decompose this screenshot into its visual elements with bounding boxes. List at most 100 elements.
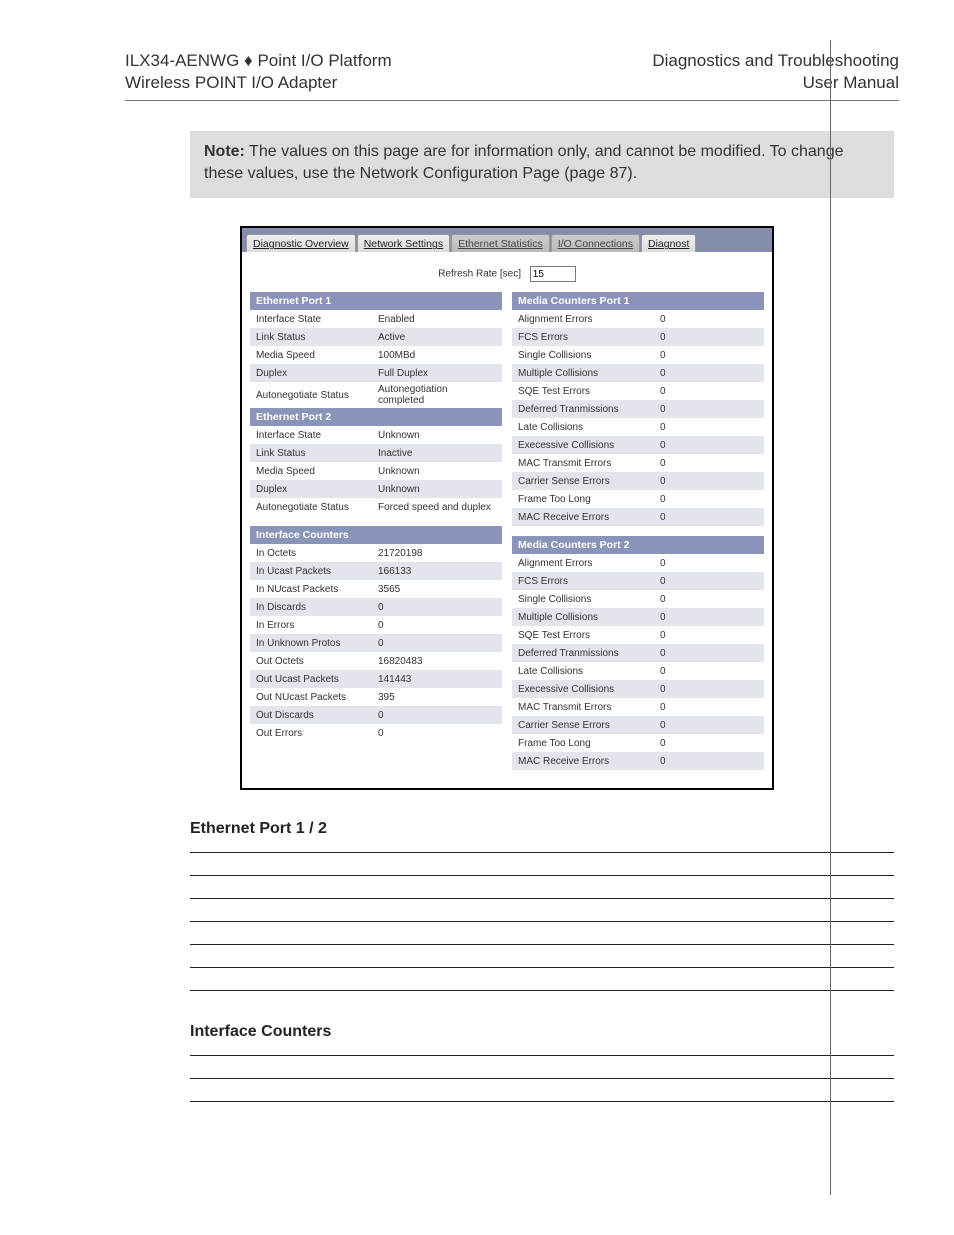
ethernet-statistics-screenshot: Diagnostic Overview Network Settings Eth…: [240, 226, 774, 790]
row-val: 3565: [378, 584, 496, 595]
group-interface-counters: Interface Counters: [250, 526, 502, 544]
row-key: Alignment Errors: [518, 314, 660, 325]
row-key: In Octets: [256, 548, 378, 559]
row-key: Frame Too Long: [518, 494, 660, 505]
row-val: 0: [660, 594, 710, 605]
row-key: In Errors: [256, 620, 378, 631]
group-ethernet-port-1: Ethernet Port 1: [250, 292, 502, 310]
header-left-1: ILX34-AENWG ♦ Point I/O Platform: [125, 50, 392, 72]
row-val: 0: [660, 612, 710, 623]
row-val: Full Duplex: [378, 368, 496, 379]
row-val: Autonegotiation completed: [378, 384, 496, 406]
row-val: 0: [660, 314, 710, 325]
row-key: In NUcast Packets: [256, 584, 378, 595]
row-key: Late Collisions: [518, 666, 660, 677]
row-val: Unknown: [378, 430, 496, 441]
row-val: 0: [660, 648, 710, 659]
row-key: Media Speed: [256, 350, 378, 361]
row-val: 0: [660, 440, 710, 451]
row-key: Interface State: [256, 430, 378, 441]
row-key: Single Collisions: [518, 594, 660, 605]
header-product: ILX34-AENWG: [125, 51, 244, 70]
note-label: Note:: [204, 143, 245, 160]
row-val: 141443: [378, 674, 496, 685]
header-platform: Point I/O Platform: [253, 51, 392, 70]
refresh-row: Refresh Rate [sec]: [242, 252, 772, 292]
row-key: MAC Receive Errors: [518, 756, 660, 767]
page-header: ILX34-AENWG ♦ Point I/O Platform Wireles…: [125, 50, 899, 101]
tab-diagnostic-overview[interactable]: Diagnostic Overview: [246, 234, 356, 252]
row-val: 0: [378, 710, 496, 721]
row-key: FCS Errors: [518, 576, 660, 587]
row-val: 166133: [378, 566, 496, 577]
blank-table-interface-counters: [190, 1055, 894, 1102]
note-box: Note: The values on this page are for in…: [190, 131, 894, 198]
row-key: Execessive Collisions: [518, 440, 660, 451]
header-left-2: Wireless POINT I/O Adapter: [125, 72, 392, 94]
row-key: MAC Transmit Errors: [518, 458, 660, 469]
refresh-label: Refresh Rate [sec]: [438, 269, 521, 280]
row-key: Link Status: [256, 332, 378, 343]
row-key: Autonegotiate Status: [256, 390, 378, 401]
row-key: SQE Test Errors: [518, 386, 660, 397]
blank-table-ethernet-port: [190, 852, 894, 991]
row-key: Multiple Collisions: [518, 368, 660, 379]
row-val: 0: [660, 684, 710, 695]
row-key: Carrier Sense Errors: [518, 720, 660, 731]
group-media-counters-1: Media Counters Port 1: [512, 292, 764, 310]
row-key: Carrier Sense Errors: [518, 476, 660, 487]
row-key: Out Octets: [256, 656, 378, 667]
row-val: 0: [660, 738, 710, 749]
tab-io-connections[interactable]: I/O Connections: [551, 234, 640, 252]
row-key: Deferred Tranmissions: [518, 648, 660, 659]
row-val: 16820483: [378, 656, 496, 667]
header-right-1: Diagnostics and Troubleshooting: [652, 50, 899, 72]
section-heading-interface-counters: Interface Counters: [190, 1023, 894, 1041]
right-column: Media Counters Port 1 Alignment Errors0 …: [512, 292, 764, 770]
row-key: In Ucast Packets: [256, 566, 378, 577]
row-key: Media Speed: [256, 466, 378, 477]
row-val: 0: [660, 404, 710, 415]
row-val: 0: [378, 638, 496, 649]
row-val: Forced speed and duplex: [378, 502, 496, 513]
tab-diagnostics-partial[interactable]: Diagnost: [641, 234, 696, 252]
row-val: 100MBd: [378, 350, 496, 361]
row-val: 0: [660, 368, 710, 379]
row-key: FCS Errors: [518, 332, 660, 343]
row-key: MAC Transmit Errors: [518, 702, 660, 713]
tab-ethernet-statistics[interactable]: Ethernet Statistics: [451, 234, 550, 252]
row-key: Execessive Collisions: [518, 684, 660, 695]
row-val: 0: [378, 620, 496, 631]
row-key: In Unknown Protos: [256, 638, 378, 649]
row-val: 0: [378, 602, 496, 613]
row-val: 0: [660, 350, 710, 361]
row-key: Out NUcast Packets: [256, 692, 378, 703]
row-val: Unknown: [378, 484, 496, 495]
row-val: Unknown: [378, 466, 496, 477]
row-key: Out Ucast Packets: [256, 674, 378, 685]
group-ethernet-port-2: Ethernet Port 2: [250, 408, 502, 426]
tab-network-settings[interactable]: Network Settings: [357, 234, 450, 252]
header-right-2: User Manual: [652, 72, 899, 94]
diamond-icon: ♦: [244, 51, 253, 70]
row-val: 0: [660, 332, 710, 343]
row-val: 0: [660, 512, 710, 523]
row-val: 0: [660, 386, 710, 397]
row-val: 0: [660, 630, 710, 641]
row-val: Enabled: [378, 314, 496, 325]
left-column: Ethernet Port 1 Interface State Enabled L…: [250, 292, 502, 770]
row-val: 0: [660, 494, 710, 505]
row-key: MAC Receive Errors: [518, 512, 660, 523]
refresh-rate-input[interactable]: [530, 266, 576, 282]
group-media-counters-2: Media Counters Port 2: [512, 536, 764, 554]
row-key: Frame Too Long: [518, 738, 660, 749]
row-val: 0: [660, 476, 710, 487]
row-val: Active: [378, 332, 496, 343]
row-key: Late Collisions: [518, 422, 660, 433]
row-val: 0: [660, 720, 710, 731]
row-key: Duplex: [256, 484, 378, 495]
row-val: 395: [378, 692, 496, 703]
row-key: Out Discards: [256, 710, 378, 721]
row-val: 0: [660, 458, 710, 469]
row-key: Autonegotiate Status: [256, 502, 378, 513]
